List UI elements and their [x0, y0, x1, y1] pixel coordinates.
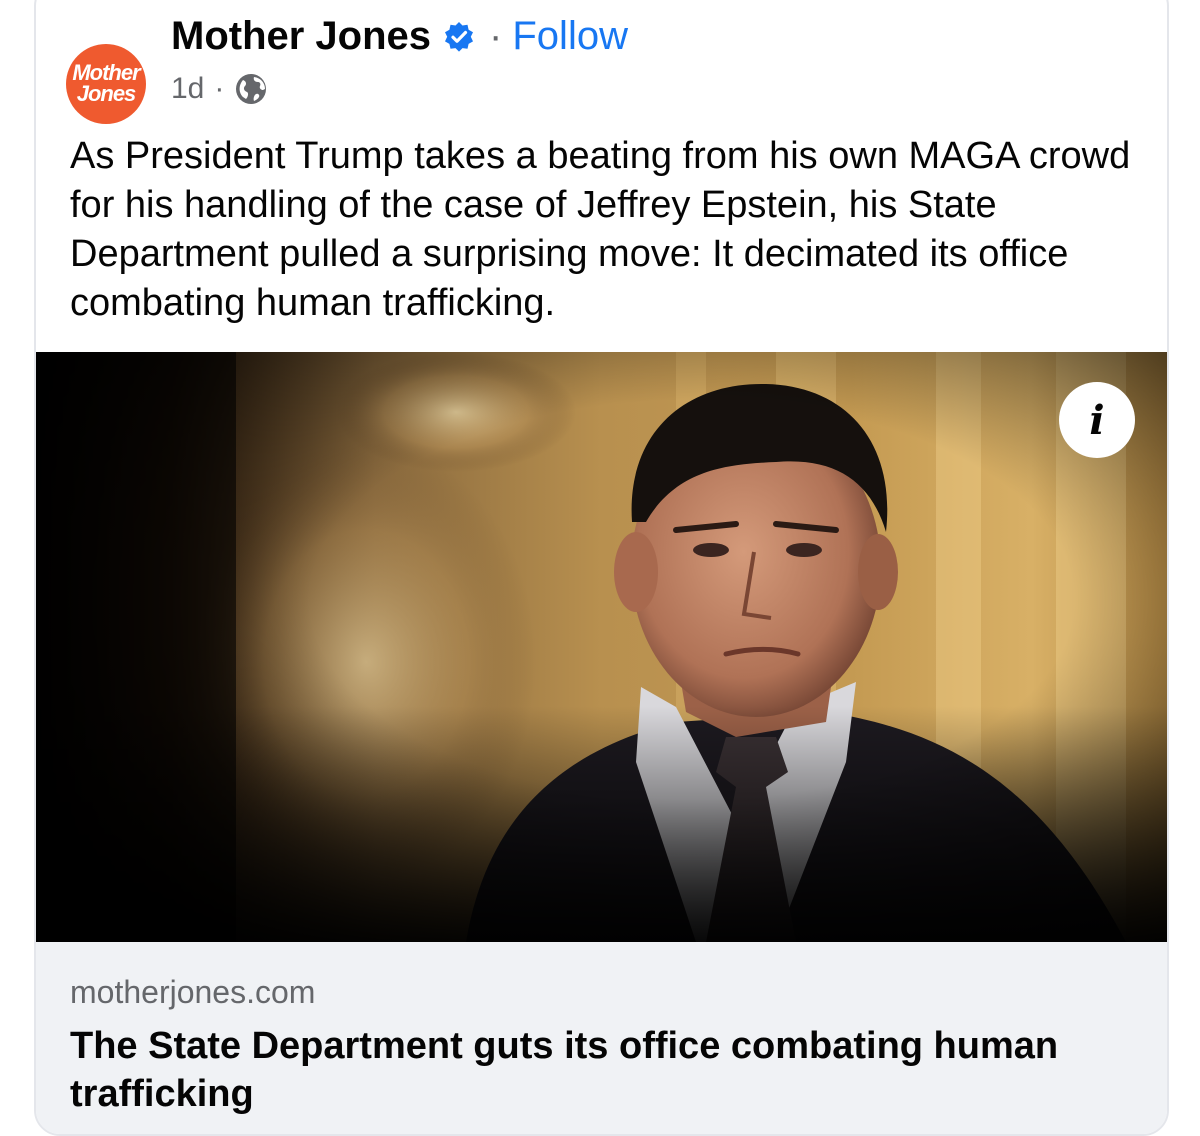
meta-row: 1d ·: [171, 72, 268, 106]
page-name[interactable]: Mother Jones: [171, 14, 431, 59]
info-button[interactable]: i: [1059, 382, 1135, 458]
post-card: Mother Jones Mother Jones · Follow 1d ·: [34, 0, 1169, 1136]
post-text: As President Trump takes a beating from …: [70, 135, 1131, 324]
separator-dot: ·: [489, 14, 503, 58]
link-title[interactable]: The State Department guts its office com…: [70, 1022, 1130, 1118]
article-photo[interactable]: i: [36, 352, 1167, 942]
globe-icon[interactable]: [234, 72, 268, 106]
avatar-text-line2: Jones: [76, 81, 137, 106]
link-domain: motherjones.com: [70, 974, 316, 1010]
info-icon: i: [1089, 396, 1105, 444]
verified-badge-icon: [443, 21, 475, 53]
name-row: Mother Jones · Follow: [171, 14, 628, 59]
follow-button[interactable]: Follow: [512, 14, 628, 59]
page-avatar[interactable]: Mother Jones: [66, 44, 146, 124]
meta-separator: ·: [214, 72, 225, 105]
timestamp[interactable]: 1d: [171, 72, 204, 106]
post-header: Mother Jones Mother Jones · Follow 1d ·: [36, 0, 1167, 132]
